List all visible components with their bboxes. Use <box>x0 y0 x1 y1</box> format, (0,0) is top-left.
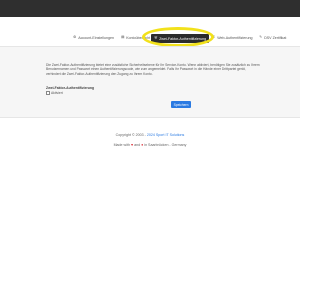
two-factor-settings-panel <box>0 46 300 118</box>
company-link[interactable]: 2024 Sport IT Solutions <box>147 133 185 137</box>
certificate-icon: ✎ <box>259 34 263 39</box>
highlight-annotation <box>142 27 214 47</box>
location-text: in Saarbrücken - Germany <box>144 143 187 147</box>
tab-dsv-certificate[interactable]: ✎ DSV Zertifikat <box>259 33 286 42</box>
gear-icon: ⚙ <box>73 34 77 39</box>
tab-label: DSV Zertifikat <box>264 35 287 40</box>
and-text: and <box>134 143 141 147</box>
list-icon: ▤ <box>121 34 125 39</box>
tab-web-authentication[interactable]: ⚿ Web-Authentifizierung <box>212 33 252 42</box>
top-navigation-bar <box>0 0 300 17</box>
made-with-text: Made with <box>113 143 130 147</box>
checkbox-label: Aktiviert <box>50 91 63 95</box>
tab-label: Account-Einstellungen <box>78 35 114 40</box>
copyright-text: Copyright © 2003 - <box>115 133 147 137</box>
two-factor-description: Die Zwei-Faktor-Authentifizierung bietet… <box>46 63 260 76</box>
pin-icon: ● <box>141 143 144 147</box>
enable-two-factor-checkbox[interactable] <box>46 91 50 95</box>
save-button[interactable]: Speichern <box>171 101 191 108</box>
option-label: Zwei-Faktor-Authentifizierung <box>46 86 95 90</box>
copyright-line: Copyright © 2003 - 2024 Sport IT Solutio… <box>0 133 300 137</box>
tab-label: Web-Authentifizierung <box>217 35 253 40</box>
made-with-line: Made with ♥ and ● in Saarbrücken - Germa… <box>0 143 300 147</box>
heart-icon: ♥ <box>130 143 134 147</box>
tab-account-settings[interactable]: ⚙ Account-Einstellungen <box>73 33 114 42</box>
enable-two-factor-checkbox-row[interactable]: Aktiviert <box>46 91 63 95</box>
